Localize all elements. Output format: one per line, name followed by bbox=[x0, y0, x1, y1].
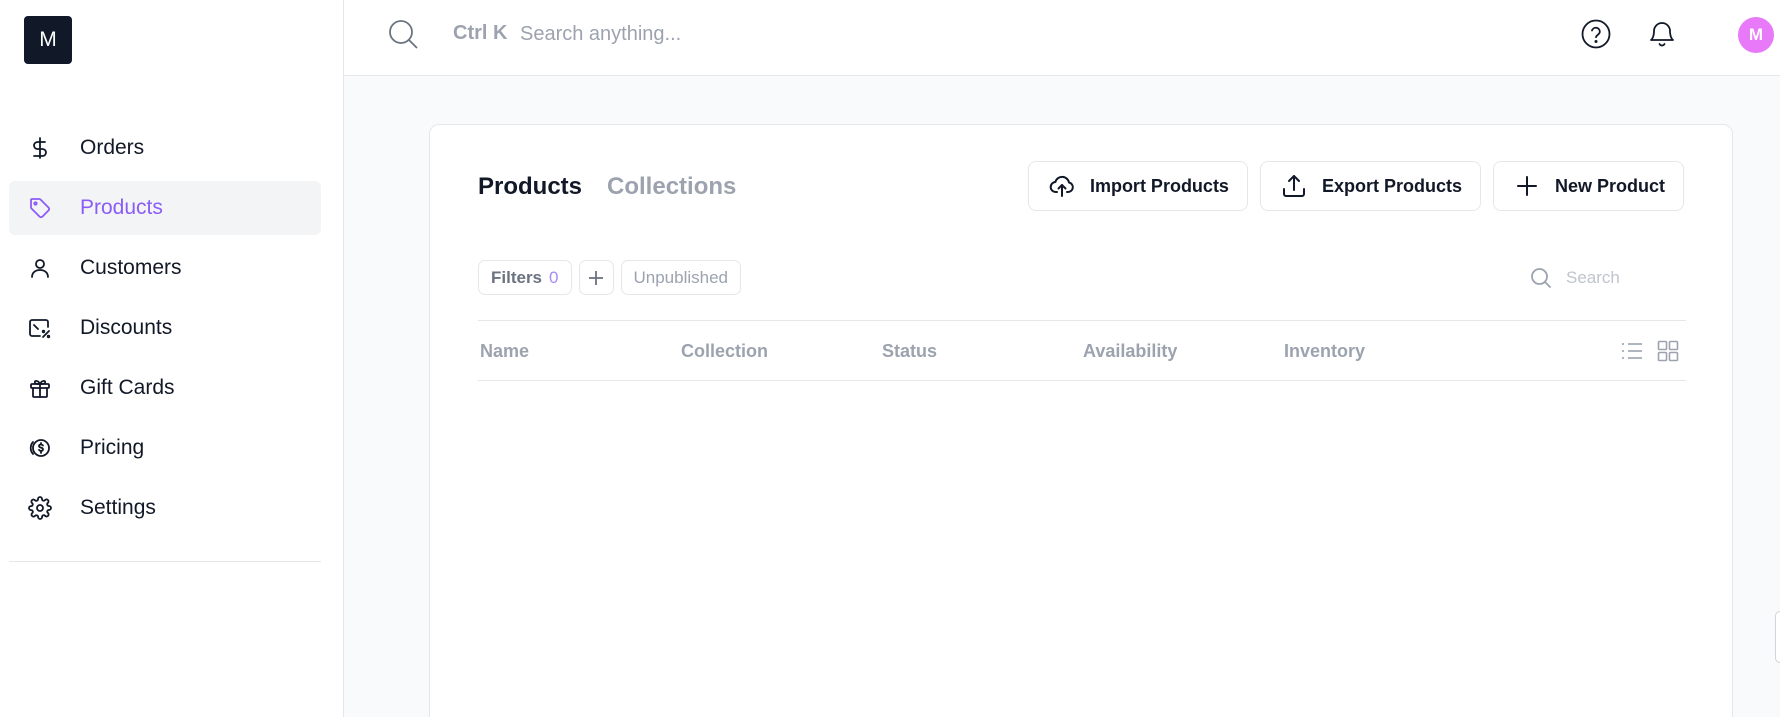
tabs: Products Collections bbox=[478, 173, 736, 201]
sidebar-item-label: Gift Cards bbox=[80, 376, 175, 399]
action-buttons: Import Products Export Products New Prod… bbox=[1027, 161, 1684, 211]
avatar-initial: M bbox=[1748, 25, 1764, 44]
filters-count: 0 bbox=[549, 267, 559, 287]
user-avatar[interactable]: M bbox=[1738, 17, 1774, 53]
new-product-label: New Product bbox=[1554, 175, 1665, 196]
sidebar-nav: Orders Products Customers Discounts Gift… bbox=[9, 121, 321, 541]
filter-chip-unpublished[interactable]: Unpublished bbox=[620, 260, 742, 295]
column-header-collection[interactable]: Collection bbox=[681, 341, 768, 362]
filter-chip-label: Unpublished bbox=[633, 267, 729, 287]
add-filter-button[interactable] bbox=[578, 260, 614, 295]
grid-view-icon[interactable] bbox=[1656, 339, 1680, 363]
dollar-icon bbox=[27, 135, 53, 161]
import-products-label: Import Products bbox=[1089, 175, 1229, 196]
cloud-upload-icon bbox=[1049, 173, 1075, 199]
sidebar-item-pricing[interactable]: Pricing bbox=[9, 421, 321, 475]
search-icon bbox=[1531, 268, 1552, 289]
table-search bbox=[1524, 261, 1684, 295]
sidebar-item-label: Settings bbox=[80, 496, 156, 519]
tag-icon bbox=[27, 195, 53, 221]
sidebar-item-gift-cards[interactable]: Gift Cards bbox=[9, 361, 321, 415]
sidebar-item-label: Pricing bbox=[80, 436, 145, 459]
sidebar-item-label: Customers bbox=[80, 256, 182, 279]
global-search-input[interactable] bbox=[520, 16, 1020, 52]
top-bar: Ctrl K M bbox=[344, 0, 1780, 76]
export-products-button[interactable]: Export Products bbox=[1259, 161, 1481, 211]
tab-products[interactable]: Products bbox=[478, 173, 582, 201]
upload-icon bbox=[1281, 173, 1307, 199]
sidebar-item-label: Discounts bbox=[80, 316, 173, 339]
view-toggle bbox=[1620, 339, 1680, 363]
sidebar-item-orders[interactable]: Orders bbox=[9, 121, 321, 175]
filter-bar: Filters 0 Unpublished bbox=[478, 260, 742, 295]
discount-icon bbox=[27, 315, 53, 341]
plus-icon bbox=[1514, 173, 1540, 199]
scrollbar-handle[interactable] bbox=[1775, 611, 1780, 663]
sidebar-item-customers[interactable]: Customers bbox=[9, 241, 321, 295]
filters-button[interactable]: Filters 0 bbox=[478, 260, 572, 295]
sidebar-item-label: Orders bbox=[80, 136, 145, 159]
search-icon[interactable] bbox=[387, 18, 419, 50]
coin-icon bbox=[27, 435, 53, 461]
column-header-status[interactable]: Status bbox=[882, 341, 937, 362]
app-logo[interactable]: M bbox=[24, 16, 72, 64]
new-product-button[interactable]: New Product bbox=[1492, 161, 1684, 211]
tab-collections[interactable]: Collections bbox=[607, 173, 736, 201]
help-icon[interactable] bbox=[1579, 17, 1613, 51]
gear-icon bbox=[27, 495, 53, 521]
product-search-input[interactable] bbox=[1566, 268, 1676, 288]
column-header-inventory[interactable]: Inventory bbox=[1284, 341, 1365, 362]
table-header: Name Collection Status Availability Inve… bbox=[478, 320, 1686, 381]
import-products-button[interactable]: Import Products bbox=[1027, 161, 1248, 211]
sidebar-item-settings[interactable]: Settings bbox=[9, 481, 321, 535]
export-products-label: Export Products bbox=[1321, 175, 1462, 196]
list-view-icon[interactable] bbox=[1620, 339, 1644, 363]
search-shortcut-hint: Ctrl K bbox=[453, 22, 508, 44]
user-icon bbox=[27, 255, 53, 281]
bell-icon[interactable] bbox=[1645, 17, 1679, 51]
column-header-name[interactable]: Name bbox=[480, 341, 529, 362]
gift-icon bbox=[27, 375, 53, 401]
sidebar-divider bbox=[9, 561, 321, 562]
sidebar-item-products[interactable]: Products bbox=[9, 181, 321, 235]
plus-icon bbox=[589, 270, 603, 285]
sidebar-item-discounts[interactable]: Discounts bbox=[9, 301, 321, 355]
column-header-availability[interactable]: Availability bbox=[1083, 341, 1177, 362]
logo-letter: M bbox=[39, 28, 57, 51]
filters-label: Filters bbox=[491, 267, 543, 287]
sidebar: M Orders Products Customers Discounts Gi… bbox=[0, 0, 344, 717]
products-card: Products Collections Import Products Exp… bbox=[429, 124, 1733, 717]
sidebar-item-label: Products bbox=[80, 196, 163, 219]
